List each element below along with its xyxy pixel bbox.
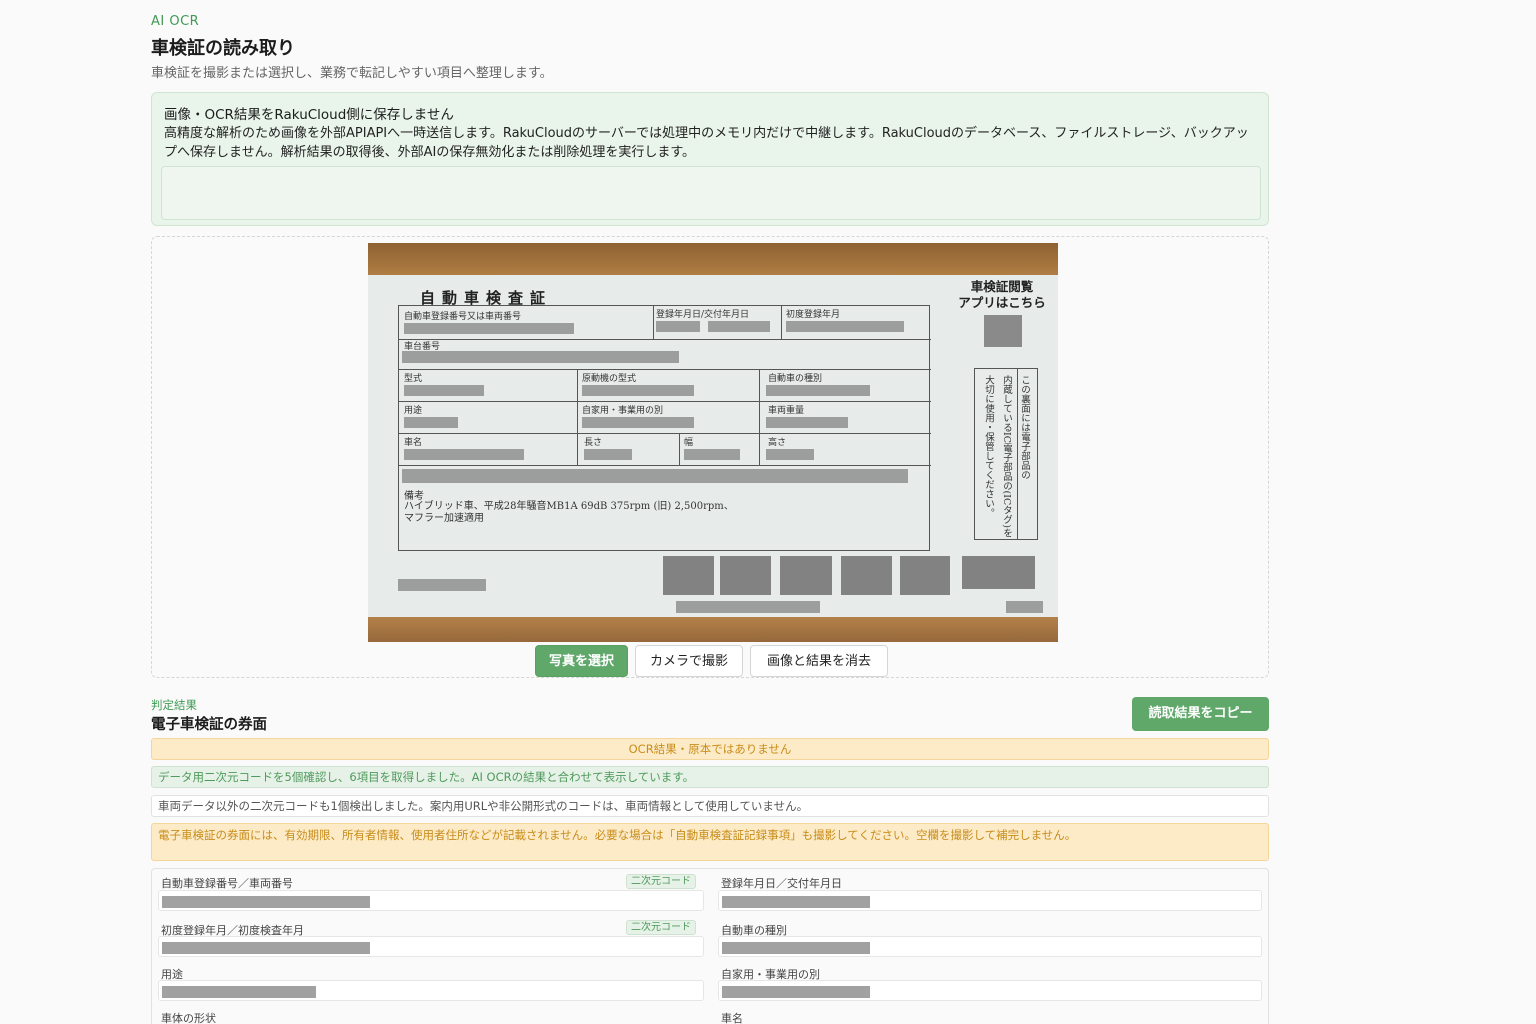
viewer-app-label: 車検証閲覧 アプリはこちら: [954, 279, 1050, 311]
label-width: 幅: [684, 438, 694, 448]
certificate-photo: 自動車検査証 自動車登録番号又は車両番号 登録年月日/交付年月日 初度登録年月 …: [368, 243, 1058, 642]
ic-notice-line-2: 内蔵しているIC電子部品の(ICタグ)を: [1001, 375, 1012, 538]
label-engine: 原動機の型式: [582, 374, 637, 384]
label-reg-date: 登録年月日/交付年月日: [656, 310, 750, 320]
ic-notice-line-1: この裏面には電子部品の: [1019, 375, 1030, 480]
privacy-notice: 画像・OCR結果をRakuCloud側に保存しません 高精度な解析のため画像を外…: [151, 92, 1269, 226]
viewer-app-line-1: 車検証閲覧: [970, 279, 1034, 294]
label-private-business: 自家用・事業用の別: [582, 406, 664, 416]
result-eyebrow: 判定結果: [151, 698, 197, 712]
image-upload-area[interactable]: 自動車検査証 自動車登録番号又は車両番号 登録年月日/交付年月日 初度登録年月 …: [151, 236, 1269, 678]
qr-code-4: [841, 556, 892, 595]
field-private-business[interactable]: [718, 980, 1262, 1001]
notice-empty-box: [161, 166, 1261, 220]
field-kind[interactable]: [718, 936, 1262, 957]
qr-success-banner: データ用二次元コードを5個確認し、6項目を取得しました。AI OCRの結果と合わ…: [151, 766, 1269, 788]
remarks-line-2: マフラー加速適用: [404, 513, 484, 524]
camera-button[interactable]: カメラで撮影: [635, 645, 743, 677]
field-label-reg-date: 登録年月日／交付年月日: [721, 877, 842, 890]
qr-code-6: [962, 556, 1035, 589]
qr-source-badge: 二次元コード: [626, 920, 696, 935]
field-reg-date[interactable]: [718, 890, 1262, 911]
result-fields: 自動車登録番号／車両番号 二次元コード 登録年月日／交付年月日 初度登録年月／初…: [151, 868, 1269, 1024]
result-title: 電子車検証の券面: [151, 717, 267, 733]
qr-code-3: [780, 556, 832, 595]
field-label-body-shape: 車体の形状: [161, 1012, 216, 1024]
remarks-text: ハイブリッド車、平成28年騒音MB1A 69dB 375rpm (旧) 2,50…: [404, 501, 734, 525]
field-reg-no[interactable]: [158, 890, 704, 911]
ic-notice-line-3: 大切に使用・保管してください。: [983, 375, 994, 518]
qr-code-5: [900, 556, 950, 595]
select-photo-button[interactable]: 写真を選択: [535, 645, 628, 677]
page-subtitle: 車検証を撮影または選択し、業務で転記しやすい項目へ整理します。: [151, 66, 553, 81]
label-weight: 車両重量: [768, 406, 805, 416]
field-label-reg-no: 自動車登録番号／車両番号: [161, 877, 293, 890]
field-first-reg[interactable]: [158, 936, 704, 957]
label-reg-no: 自動車登録番号又は車両番号: [404, 312, 522, 322]
viewer-app-line-2: アプリはこちら: [958, 295, 1046, 310]
ic-notice-box: この裏面には電子部品の 内蔵しているIC電子部品の(ICタグ)を 大切に使用・保…: [974, 368, 1038, 540]
photo-top-edge: [368, 243, 1058, 275]
app-qr-code: [984, 315, 1022, 347]
label-height: 高さ: [768, 438, 787, 448]
page-eyebrow: AI OCR: [151, 14, 200, 29]
label-use: 用途: [404, 406, 423, 416]
page-title: 車検証の読み取り: [151, 38, 295, 59]
card-note-banner: 電子車検証の券面には、有効期限、所有者情報、使用者住所などが記載されません。必要…: [151, 823, 1269, 861]
label-name: 車名: [404, 438, 423, 448]
label-first-reg: 初度登録年月: [786, 310, 841, 320]
qr-code-1: [663, 556, 714, 595]
label-remarks: 備考: [404, 491, 424, 502]
qr-code-2: [720, 556, 771, 595]
qr-source-badge: 二次元コード: [626, 874, 696, 889]
field-label-name: 車名: [721, 1012, 743, 1024]
certificate-card: 自動車検査証 自動車登録番号又は車両番号 登録年月日/交付年月日 初度登録年月 …: [368, 275, 1058, 617]
ocr-warning-banner: OCR結果・原本ではありません: [151, 738, 1269, 760]
label-model: 型式: [404, 374, 423, 384]
label-kind: 自動車の種別: [768, 374, 823, 384]
label-length: 長さ: [584, 438, 603, 448]
qr-info-banner: 車両データ以外の二次元コードも1個検出しました。案内用URLや非公開形式のコード…: [151, 795, 1269, 817]
privacy-notice-body: 高精度な解析のため画像を外部APIAPIへ一時送信します。RakuCloudのサ…: [164, 126, 1249, 160]
clear-button[interactable]: 画像と結果を消去: [750, 645, 888, 677]
field-use[interactable]: [158, 980, 704, 1001]
copy-result-button[interactable]: 読取結果をコピー: [1132, 697, 1269, 731]
privacy-notice-title: 画像・OCR結果をRakuCloud側に保存しません: [164, 107, 454, 123]
remarks-line-1: ハイブリッド車、平成28年騒音MB1A 69dB 375rpm (旧) 2,50…: [404, 501, 734, 512]
photo-bottom-edge: [368, 617, 1058, 642]
